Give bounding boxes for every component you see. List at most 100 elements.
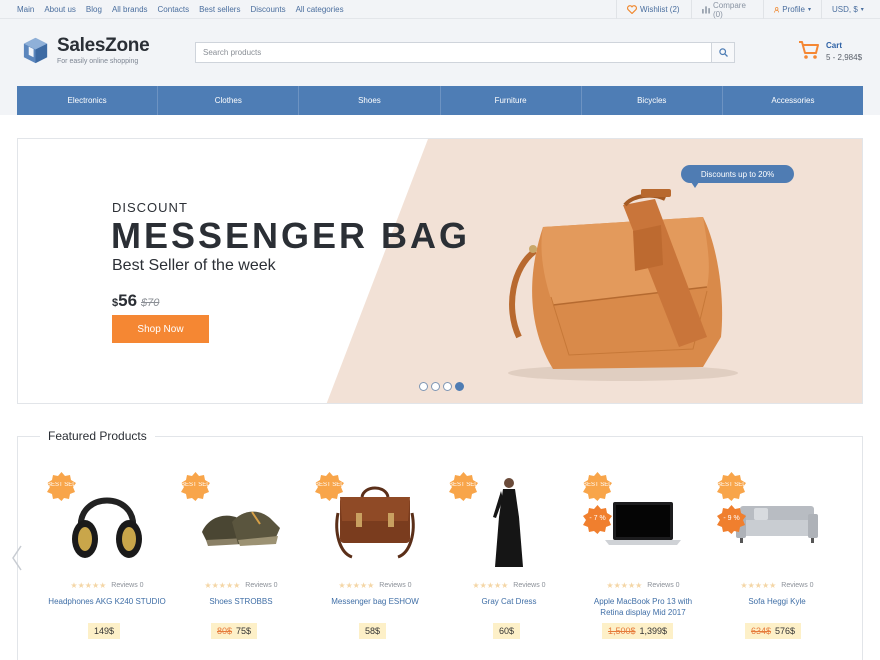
top-link-categories[interactable]: All categories xyxy=(296,5,344,14)
badge-text: BEST SELLER xyxy=(583,482,612,488)
rating: ★★★★★ Reviews 0 xyxy=(181,581,301,590)
profile-menu[interactable]: Profile ▾ xyxy=(763,0,821,19)
search-button[interactable] xyxy=(711,43,734,62)
product-name[interactable]: Gray Cat Dress xyxy=(449,596,569,607)
cart-icon xyxy=(799,41,819,59)
sofa-image xyxy=(736,506,818,543)
product-grid: BEST SELLER ★★★★★ Reviews 0 Headphones A… xyxy=(47,472,857,652)
rating: ★★★★★ Reviews 0 xyxy=(449,581,569,590)
price-current: 149$ xyxy=(94,626,115,636)
section-title: Featured Products xyxy=(40,429,155,443)
messenger-bag-image xyxy=(508,189,738,381)
rating: ★★★★★ Reviews 0 xyxy=(717,581,837,590)
slider-dots xyxy=(419,382,464,391)
reviews-count: Reviews 0 xyxy=(647,582,680,589)
price-old: 80$ xyxy=(217,626,233,636)
discount-text: - 7 % xyxy=(589,515,606,522)
product-price: 1,500$ 1,399$ xyxy=(602,623,674,639)
cart[interactable]: Cart 5 - 2,984$ xyxy=(798,40,862,64)
badge-text: BEST SELLER xyxy=(47,482,76,488)
cart-summary: 5 - 2,984$ xyxy=(826,53,863,62)
top-link-brands[interactable]: All brands xyxy=(112,5,148,14)
slider-dot[interactable] xyxy=(443,382,452,391)
nav-shoes[interactable]: Shoes xyxy=(299,86,441,115)
compare-link[interactable]: Compare (0) xyxy=(691,0,763,19)
nav-electronics[interactable]: Electronics xyxy=(17,86,159,115)
price-old: $70 xyxy=(141,297,160,309)
product-card[interactable]: BEST SELLER ★★★★★ Reviews 0 Headphones A… xyxy=(47,472,167,647)
stars-icon: ★★★★★ xyxy=(70,581,107,590)
price-current: 60$ xyxy=(499,626,515,636)
top-utilities: Wishlist (2) Compare (0) Profile ▾ USD, … xyxy=(616,0,880,19)
chevron-down-icon: ▾ xyxy=(860,7,864,13)
featured-products-section: Featured Products BEST SELLER ★★★★★ Revi… xyxy=(12,429,863,660)
chevron-left-icon[interactable] xyxy=(10,544,23,572)
logo[interactable]: SalesZone For easily online shopping xyxy=(21,35,150,65)
top-links: Main About us Blog All brands Contacts B… xyxy=(17,0,354,19)
top-link-about[interactable]: About us xyxy=(44,5,76,14)
reviews-count: Reviews 0 xyxy=(513,582,546,589)
price-now: 56 xyxy=(118,291,138,310)
currency-selector[interactable]: USD, $ ▾ xyxy=(821,0,880,19)
logo-name: SalesZone xyxy=(57,35,150,56)
best-seller-badge: BEST SELLER xyxy=(181,472,210,501)
product-name[interactable]: Headphones AKG K240 STUDIO xyxy=(47,596,167,607)
nav-clothes[interactable]: Clothes xyxy=(158,86,300,115)
top-link-blog[interactable]: Blog xyxy=(86,5,102,14)
product-card[interactable]: BEST SELLER ★★★★★ Reviews 0 Messenger ba… xyxy=(315,472,435,647)
stars-icon: ★★★★★ xyxy=(338,581,375,590)
product-name[interactable]: Apple MacBook Pro 13 with Retina display… xyxy=(583,596,703,618)
profile-label: Profile xyxy=(782,5,805,14)
search-bar xyxy=(195,42,735,63)
product-price: 80$ 75$ xyxy=(211,623,258,639)
headphones-image xyxy=(72,497,142,558)
discount-badge: - 9 % xyxy=(717,505,746,534)
reviews-count: Reviews 0 xyxy=(781,582,814,589)
badge-text: BEST SELLER xyxy=(449,482,478,488)
nav-furniture[interactable]: Furniture xyxy=(441,86,582,115)
rating: ★★★★★ Reviews 0 xyxy=(583,581,703,590)
best-seller-badge: BEST SELLER xyxy=(449,472,478,501)
currency-label: USD, $ xyxy=(832,5,858,14)
product-name[interactable]: Shoes STROBBS xyxy=(181,596,301,607)
cube-logo-icon xyxy=(23,37,48,64)
slider-dot[interactable] xyxy=(419,382,428,391)
heart-icon xyxy=(627,5,637,14)
product-price: 149$ xyxy=(88,623,121,639)
badge-text: BEST SELLER xyxy=(181,482,210,488)
product-card[interactable]: BEST SELLER ★★★★★ Reviews 0 Shoes STROBB… xyxy=(181,472,301,647)
product-card[interactable]: BEST SELLER - 9 % ★★★★★ Reviews 0 Sofa H… xyxy=(717,472,837,647)
rating: ★★★★★ Reviews 0 xyxy=(47,581,167,590)
logo-tagline: For easily online shopping xyxy=(57,58,139,65)
search-icon xyxy=(718,48,728,57)
product-price: 58$ xyxy=(359,623,387,639)
laptop-image xyxy=(605,502,681,545)
top-link-best-sellers[interactable]: Best sellers xyxy=(199,5,240,14)
nav-bicycles[interactable]: Bicycles xyxy=(582,86,723,115)
category-nav: Electronics Clothes Shoes Furniture Bicy… xyxy=(17,86,863,115)
search-input[interactable] xyxy=(196,43,711,62)
top-link-contacts[interactable]: Contacts xyxy=(158,5,190,14)
product-name[interactable]: Sofa Heggi Kyle xyxy=(717,596,837,607)
price-current: 75$ xyxy=(236,626,252,636)
chevron-down-icon: ▾ xyxy=(807,7,811,13)
best-seller-badge: BEST SELLER xyxy=(315,472,344,501)
best-seller-badge: BEST SELLER xyxy=(717,472,746,501)
compare-label: Compare (0) xyxy=(713,0,746,19)
top-link-main[interactable]: Main xyxy=(17,5,34,14)
discount-text: - 9 % xyxy=(723,515,740,522)
slider-dot[interactable] xyxy=(431,382,440,391)
price-current: 576$ xyxy=(775,626,796,636)
product-card[interactable]: BEST SELLER - 7 % ★★★★★ Reviews 0 Apple … xyxy=(583,472,703,647)
shop-now-button[interactable]: Shop Now xyxy=(112,315,209,343)
product-name[interactable]: Messenger bag ESHOW xyxy=(315,596,435,607)
price-old: 634$ xyxy=(751,626,772,636)
hero-banner[interactable]: Discounts up to 20% DISCOUNT MESSENGER B… xyxy=(17,138,863,404)
nav-accessories[interactable]: Accessories xyxy=(723,86,863,115)
wishlist-link[interactable]: Wishlist (2) xyxy=(616,0,691,19)
top-link-discounts[interactable]: Discounts xyxy=(250,5,285,14)
badge-text: BEST SELLER xyxy=(315,482,344,488)
messenger-bag-image xyxy=(335,486,415,559)
slider-dot-active[interactable] xyxy=(455,382,464,391)
product-card[interactable]: BEST SELLER ★★★★★ Reviews 0 Gray Cat Dre… xyxy=(449,472,569,647)
